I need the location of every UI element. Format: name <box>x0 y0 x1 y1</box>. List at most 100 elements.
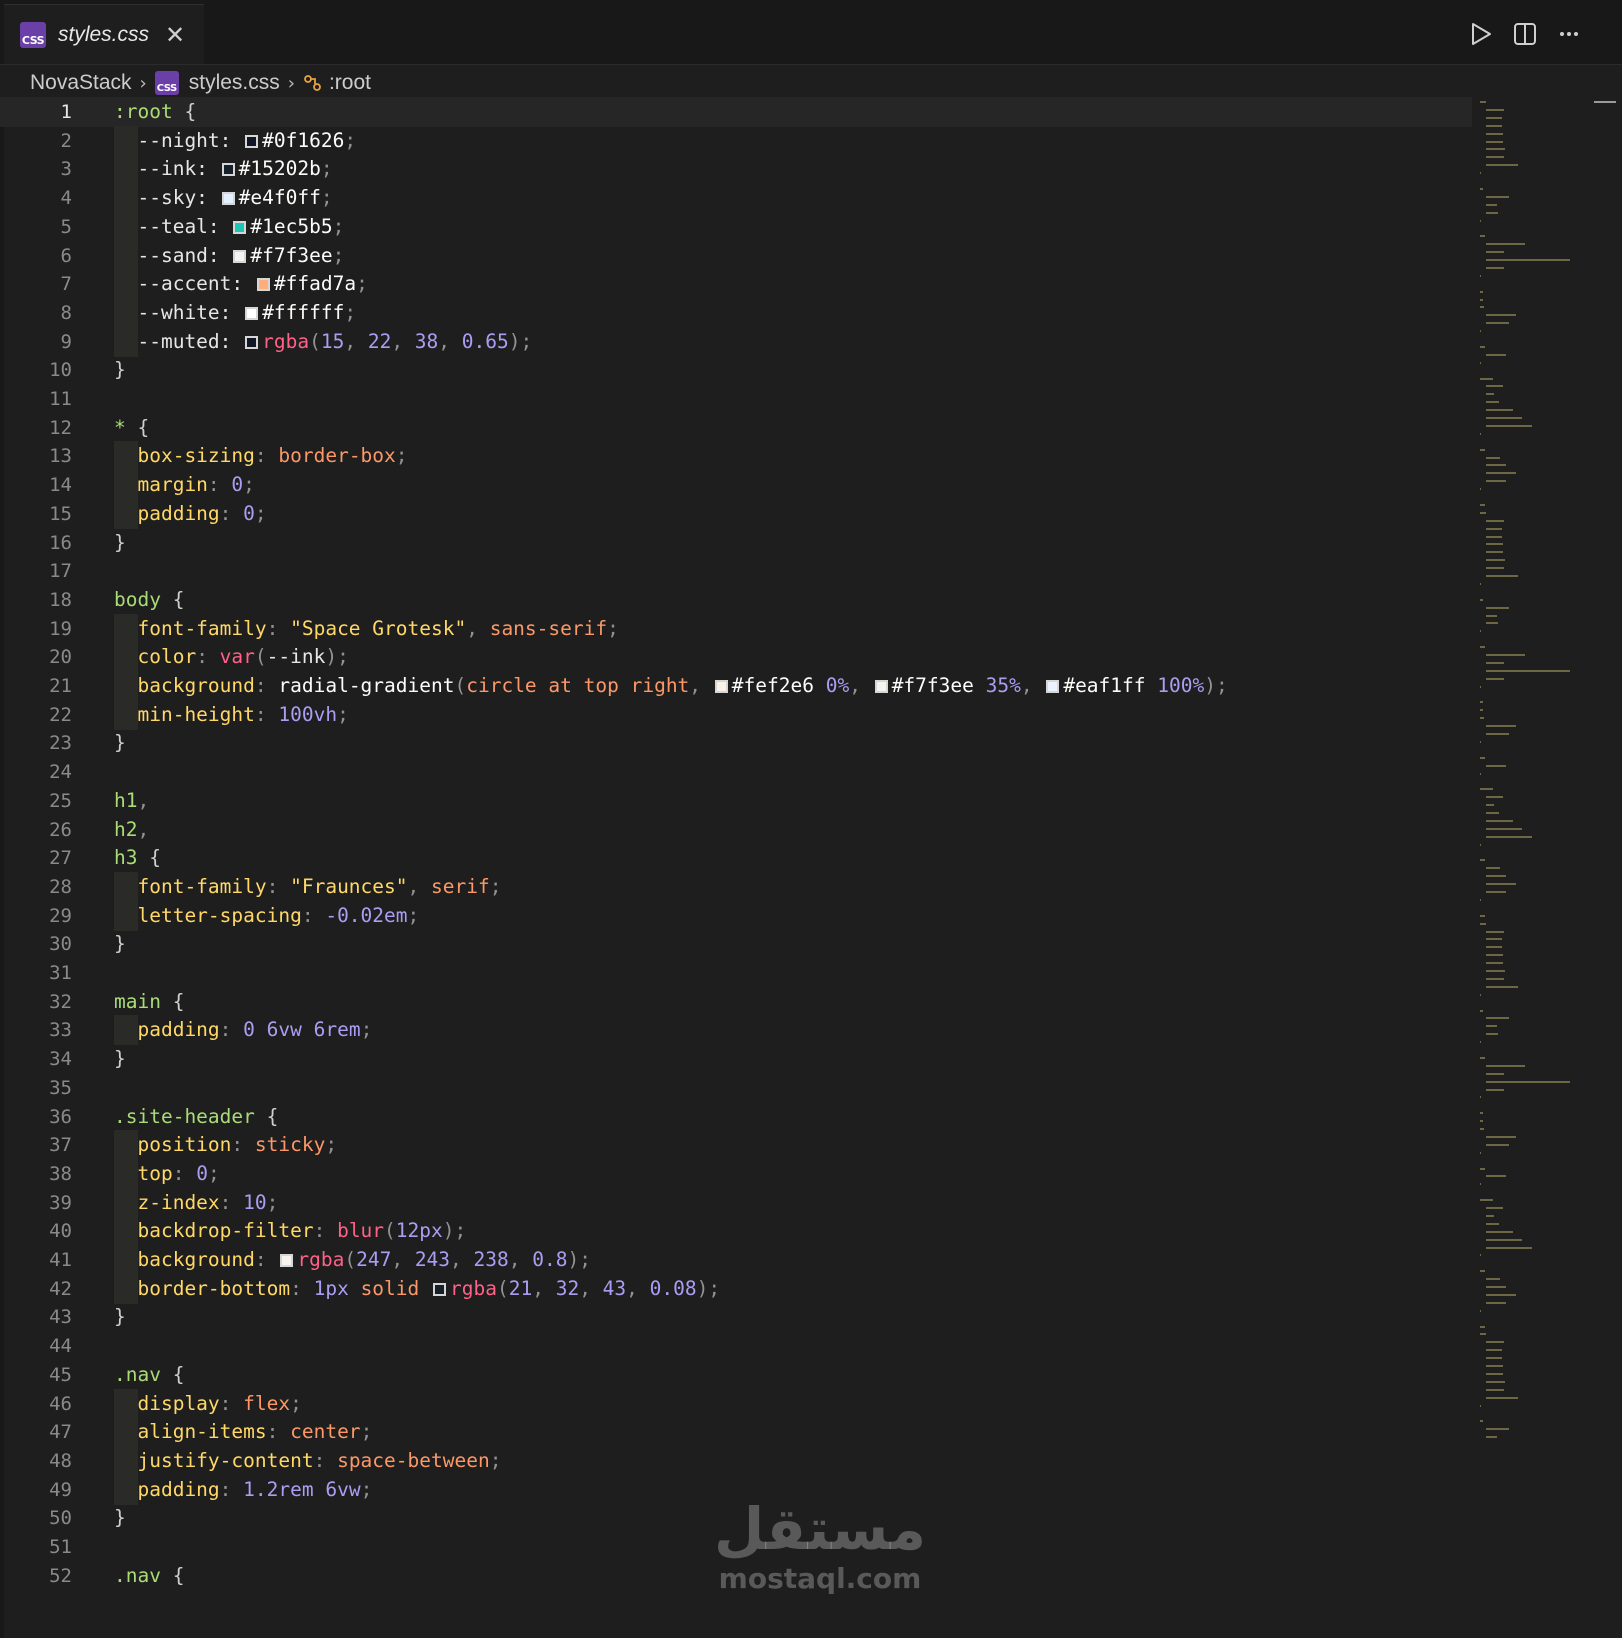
minimap-line <box>1480 1404 1481 1407</box>
code-line[interactable]: 24 <box>0 757 1472 787</box>
code-line[interactable]: 47 align-items: center; <box>0 1417 1472 1448</box>
code-token: ); <box>508 329 533 353</box>
code-line[interactable]: 48 justify-content: space-between; <box>0 1445 1472 1476</box>
code-token: } <box>114 1506 126 1530</box>
code-text: } <box>114 1044 126 1074</box>
code-line[interactable]: 33 padding: 0 6vw 6rem; <box>0 1015 1472 1046</box>
code-line[interactable]: 15 padding: 0; <box>0 498 1472 529</box>
code-line[interactable]: 42 border-bottom: 1px solid rgba(21, 32,… <box>0 1273 1472 1304</box>
color-swatch-icon[interactable] <box>714 680 728 693</box>
code-line[interactable]: 8 --white: #ffffff; <box>0 297 1472 328</box>
code-line[interactable]: 6 --sand: #f7f3ee; <box>0 240 1472 271</box>
code-line[interactable]: 37 position: sticky; <box>0 1130 1472 1161</box>
color-swatch-icon[interactable] <box>245 335 259 349</box>
code-line[interactable]: 11 <box>0 384 1472 414</box>
code-line[interactable]: 1:root { <box>0 97 1472 127</box>
code-text: padding: 0 6vw 6rem; <box>114 1015 372 1045</box>
color-swatch-icon[interactable] <box>233 249 247 263</box>
code-line[interactable]: 41 background: rgba(247, 243, 238, 0.8); <box>0 1245 1472 1275</box>
color-swatch-icon[interactable] <box>280 1254 294 1267</box>
code-line[interactable]: 45 .nav { <box>0 1360 1472 1390</box>
code-token: } <box>114 1305 126 1329</box>
code-line[interactable]: 7 --accent: #ffad7a; <box>0 269 1472 300</box>
code-token: ; <box>407 903 420 927</box>
code-token: ; <box>332 214 345 238</box>
code-line[interactable]: 19 font-family: "Space Grotesk", sans-se… <box>0 613 1472 644</box>
code-line[interactable]: 14 margin: 0; <box>0 470 1472 501</box>
code-line[interactable]: 2 --night: #0f1626; <box>0 125 1472 156</box>
minimap-line <box>1486 1072 1504 1075</box>
code-line[interactable]: 26 h2, <box>0 815 1472 845</box>
minimap[interactable] <box>1476 101 1586 1461</box>
color-swatch-icon[interactable] <box>256 278 270 292</box>
code-token: ; <box>337 702 349 726</box>
code-line[interactable]: 38 top: 0; <box>0 1158 1472 1189</box>
code-line[interactable]: 32 main { <box>0 987 1472 1017</box>
code-line[interactable]: 29 letter-spacing: -0.02em; <box>0 900 1472 931</box>
code-token: letter-spacing <box>114 903 302 927</box>
code-line[interactable]: 20 color: var(--ink); <box>0 642 1472 673</box>
code-token: position <box>114 1133 232 1157</box>
minimap-line <box>1486 1278 1501 1281</box>
code-line[interactable]: 13 box-sizing: border-box; <box>0 441 1472 472</box>
code-line[interactable]: 46 display: flex; <box>0 1388 1472 1419</box>
code-line[interactable]: 39 z-index: 10; <box>0 1187 1472 1218</box>
split-editor-icon[interactable] <box>1512 21 1538 47</box>
code-line[interactable]: 3 --ink: #15202b; <box>0 154 1472 185</box>
code-token: : <box>219 501 244 525</box>
tab-styles-css[interactable]: CSS styles.css ✕ <box>4 4 204 64</box>
code-line[interactable]: 21 background: radial-gradient(circle at… <box>0 671 1472 701</box>
line-number: 36 <box>49 1105 72 1128</box>
code-line[interactable]: 22 min-height: 100vh; <box>0 699 1472 730</box>
line-number: 4 <box>60 187 72 210</box>
color-swatch-icon[interactable] <box>221 192 235 206</box>
code-line[interactable]: 31 <box>0 958 1472 988</box>
color-swatch-icon[interactable] <box>874 680 888 693</box>
breadcrumb-symbol[interactable]: :root <box>329 71 371 95</box>
code-line[interactable]: 44 <box>0 1331 1472 1361</box>
code-line[interactable]: 40 backdrop-filter: blur(12px); <box>0 1216 1472 1247</box>
code-line[interactable]: 12 * { <box>0 413 1472 443</box>
minimap-line <box>1480 187 1483 190</box>
code-line[interactable]: 27 h3 { <box>0 843 1472 873</box>
code-line[interactable]: 43} <box>0 1302 1472 1332</box>
minimap-line <box>1486 519 1504 522</box>
minimap-line <box>1486 954 1504 957</box>
code-line[interactable]: 30} <box>0 929 1472 959</box>
code-line[interactable]: 17 <box>0 556 1472 586</box>
code-token: #15202b <box>238 157 321 181</box>
code-line[interactable]: 23} <box>0 728 1472 758</box>
code-line[interactable]: 5 --teal: #1ec5b5; <box>0 211 1472 242</box>
code-editor[interactable]: 1:root {2 --night: #0f1626; 3 --ink: #152… <box>0 97 1622 1638</box>
code-token: --accent: <box>114 272 255 296</box>
color-swatch-icon[interactable] <box>245 134 259 148</box>
code-line[interactable]: 4 --sky: #e4f0ff; <box>0 183 1472 214</box>
scrollbar-marker[interactable] <box>1594 101 1616 103</box>
code-line[interactable]: 18 body { <box>0 585 1472 615</box>
color-swatch-icon[interactable] <box>221 163 235 177</box>
code-line[interactable]: 35 <box>0 1073 1472 1103</box>
minimap-line <box>1480 488 1481 491</box>
run-icon[interactable] <box>1468 21 1494 47</box>
code-line[interactable]: 9 --muted: rgba(15, 22, 38, 0.65); <box>0 326 1472 357</box>
line-number: 23 <box>49 732 72 755</box>
color-swatch-icon[interactable] <box>233 220 247 234</box>
code-line[interactable]: 10} <box>0 355 1472 385</box>
breadcrumb-file[interactable]: styles.css <box>189 71 280 95</box>
close-icon[interactable]: ✕ <box>165 23 185 47</box>
minimap-line <box>1480 1420 1483 1423</box>
color-swatch-icon[interactable] <box>1046 680 1060 693</box>
code-token: , <box>391 1248 415 1271</box>
minimap-line <box>1480 1151 1481 1154</box>
minimap-line <box>1486 1293 1516 1296</box>
code-line[interactable]: 34} <box>0 1044 1472 1074</box>
color-swatch-icon[interactable] <box>433 1282 447 1296</box>
more-actions-icon[interactable] <box>1556 21 1582 47</box>
code-line[interactable]: 28 font-family: "Fraunces", serif; <box>0 871 1472 902</box>
color-swatch-icon[interactable] <box>245 306 259 320</box>
breadcrumb-project[interactable]: NovaStack <box>30 71 132 95</box>
code-line[interactable]: 16} <box>0 528 1472 558</box>
code-line[interactable]: 25 h1, <box>0 786 1472 816</box>
code-line[interactable]: 36 .site-header { <box>0 1102 1472 1132</box>
code-token: ); <box>1204 674 1228 697</box>
